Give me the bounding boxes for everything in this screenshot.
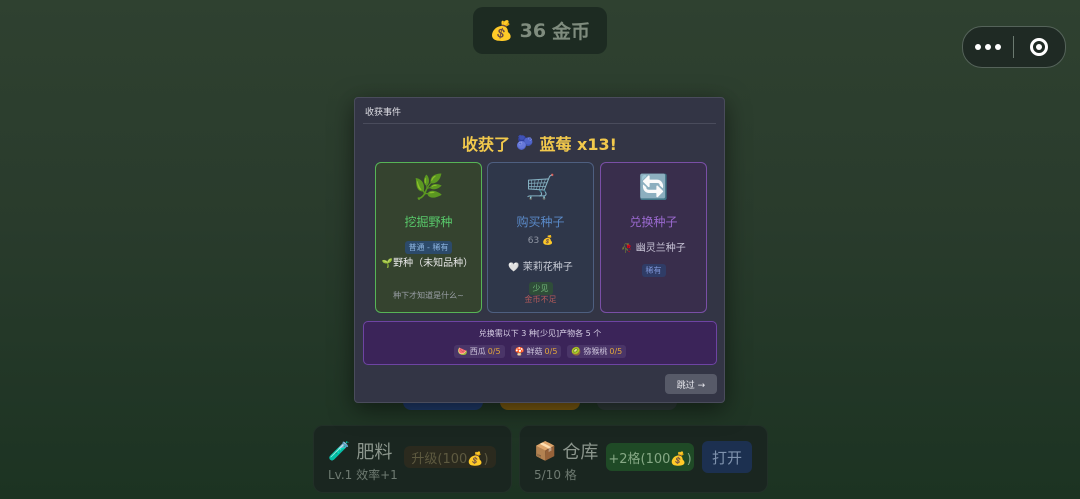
kiwi-icon: 🥝 (571, 347, 582, 356)
exchange-icon: 🔄 (638, 173, 669, 201)
reward-name: 幽灵兰种子 (635, 243, 686, 254)
option-title: 购买种子 (516, 215, 565, 229)
divider (363, 123, 716, 124)
skip-button[interactable]: 跳过 → (665, 374, 717, 394)
rarity-tag: 稀有 (641, 264, 666, 277)
option-dig-wild-seed[interactable]: 🌿 挖掘野种 普通 - 稀有 🌱野种（未知品种） 种下才知道是什么~ (375, 162, 482, 313)
reward-name: 野种（未知品种） (393, 258, 474, 269)
watermelon-icon: 🍉 (457, 347, 468, 356)
option-note: 种下才知道是什么~ (393, 291, 464, 300)
money-bag-icon: 💰 (542, 236, 554, 246)
insufficient-coins: 金币不足 (524, 295, 557, 304)
seedling-icon: 🌱 (381, 259, 394, 269)
harvest-headline: 收获了 🫐 蓝莓 x13! (355, 131, 724, 155)
rarity-tag: 普通 - 稀有 (404, 241, 453, 254)
price-value: 63 (527, 236, 540, 246)
headline-prefix: 收获了 (462, 135, 511, 154)
mushroom-icon: 🍄 (514, 347, 525, 356)
herb-icon: 🌿 (413, 173, 444, 201)
option-title: 兑换种子 (629, 215, 678, 229)
reward-name: 茉莉花种子 (522, 262, 573, 273)
cart-icon: 🛒 (525, 173, 556, 201)
harvest-event-dialog: 收获事件 收获了 🫐 蓝莓 x13! 🌿 挖掘野种 普通 - 稀有 🌱野种（未知… (354, 97, 725, 403)
wilted-flower-icon: 🥀 (621, 244, 633, 254)
exchange-requirement: 兑换需以下 3 种[少见]产物各 5 个 🍉 西瓜 0/5 🍄 鲜菇 0/5 🥝… (363, 321, 717, 365)
requirement-text: 兑换需以下 3 种[少见]产物各 5 个 (478, 329, 602, 338)
dialog-title: 收获事件 (365, 108, 402, 118)
option-buy-seed[interactable]: 🛒 购买种子 63 💰 🤍 茉莉花种子 少见 金币不足 (487, 162, 594, 313)
requirement-item: 🍉 西瓜 0/5 (453, 345, 505, 358)
white-heart-icon: 🤍 (508, 263, 520, 273)
requirement-item: 🍄 鲜菇 0/5 (510, 345, 562, 358)
blueberry-icon: 🫐 (516, 135, 534, 151)
option-exchange-seed[interactable]: 🔄 兑换种子 🥀 幽灵兰种子 稀有 (600, 162, 707, 313)
headline-item: 蓝莓 x13! (539, 135, 617, 154)
option-title: 挖掘野种 (404, 215, 453, 229)
requirement-item: 🥝 猕猴桃 0/5 (567, 345, 627, 358)
